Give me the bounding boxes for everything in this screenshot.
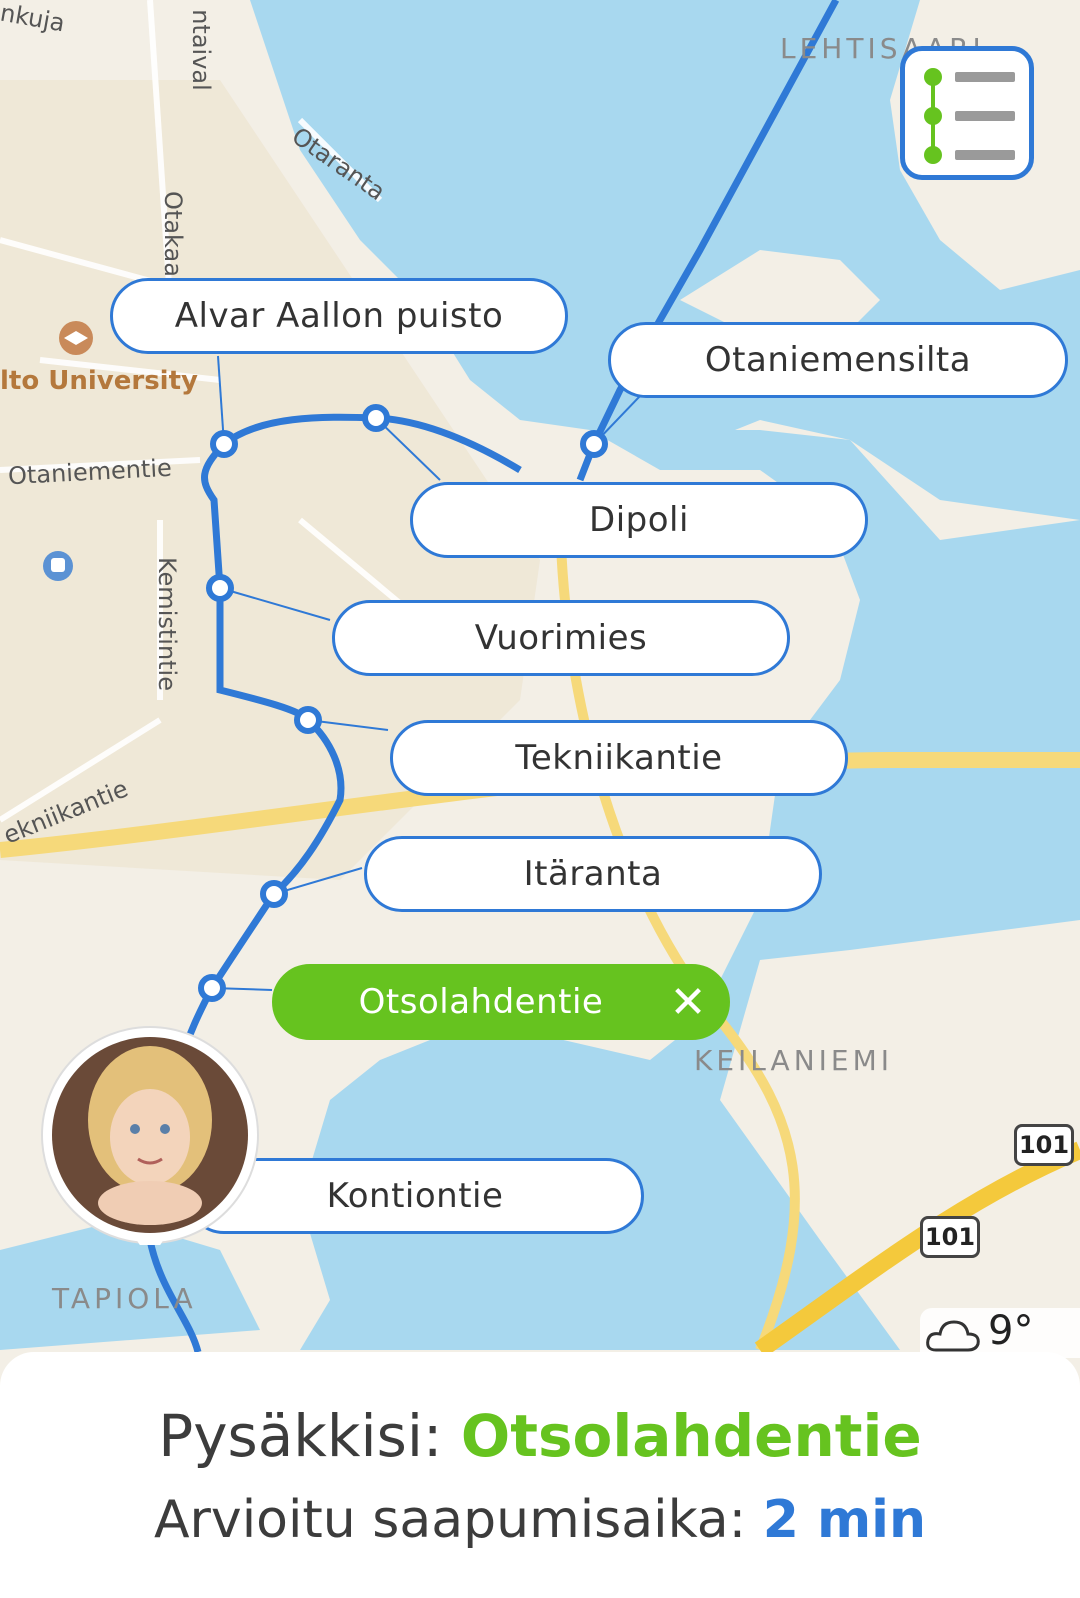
- stop-marker: [580, 430, 608, 458]
- road-shield: 101: [920, 1216, 980, 1258]
- stop-label-otaniemensilta[interactable]: Otaniemensilta: [608, 322, 1068, 398]
- district-label-keilaniemi: KEILANIEMI: [694, 1044, 894, 1077]
- stop-label-dipoli[interactable]: Dipoli: [410, 482, 868, 558]
- place-label-aalto: lto University: [0, 366, 198, 396]
- street-label-kemistintie: Kemistintie: [153, 557, 181, 691]
- your-stop-line: Pysäkkisi: Otsolahdentie: [0, 1402, 1080, 1470]
- stop-marker: [294, 706, 322, 734]
- district-label-tapiola: TAPIOLA: [52, 1282, 197, 1315]
- stop-label-otsolahdentie-selected[interactable]: Otsolahdentie ✕: [272, 964, 730, 1040]
- eta-value: 2 min: [762, 1490, 927, 1550]
- road-shield: 101: [1014, 1124, 1074, 1166]
- stop-marker: [362, 404, 390, 432]
- your-stop-prefix: Pysäkkisi:: [158, 1402, 461, 1470]
- eta-prefix: Arvioitu saapumisaika:: [153, 1490, 763, 1550]
- stop-label-tekniikantie[interactable]: Tekniikantie: [390, 720, 848, 796]
- street-label-otakaari: Otakaa: [158, 191, 187, 277]
- stop-marker: [210, 430, 238, 458]
- street-label-laivalahdentaival: ntaival: [186, 9, 215, 91]
- avatar[interactable]: [40, 1025, 260, 1245]
- stop-marker: [260, 880, 288, 908]
- eta-line: Arvioitu saapumisaika: 2 min: [0, 1490, 1080, 1550]
- stop-marker: [198, 974, 226, 1002]
- stop-label-text: Otsolahdentie: [358, 982, 604, 1022]
- weather-badge: 9°: [920, 1308, 1080, 1358]
- weather-temperature: 9°: [988, 1308, 1034, 1354]
- stop-label-itaranta[interactable]: Itäranta: [364, 836, 822, 912]
- close-icon[interactable]: ✕: [670, 979, 707, 1027]
- your-stop-name: Otsolahdentie: [460, 1402, 922, 1470]
- stop-label-alvar-aallon-puisto[interactable]: Alvar Aallon puisto: [110, 278, 568, 354]
- stop-label-vuorimies[interactable]: Vuorimies: [332, 600, 790, 676]
- stop-list-icon: [924, 68, 1015, 164]
- stop-list-button[interactable]: [900, 46, 1034, 180]
- stop-marker: [206, 574, 234, 602]
- bottom-info-panel: Pysäkkisi: Otsolahdentie Arvioitu saapum…: [0, 1352, 1080, 1598]
